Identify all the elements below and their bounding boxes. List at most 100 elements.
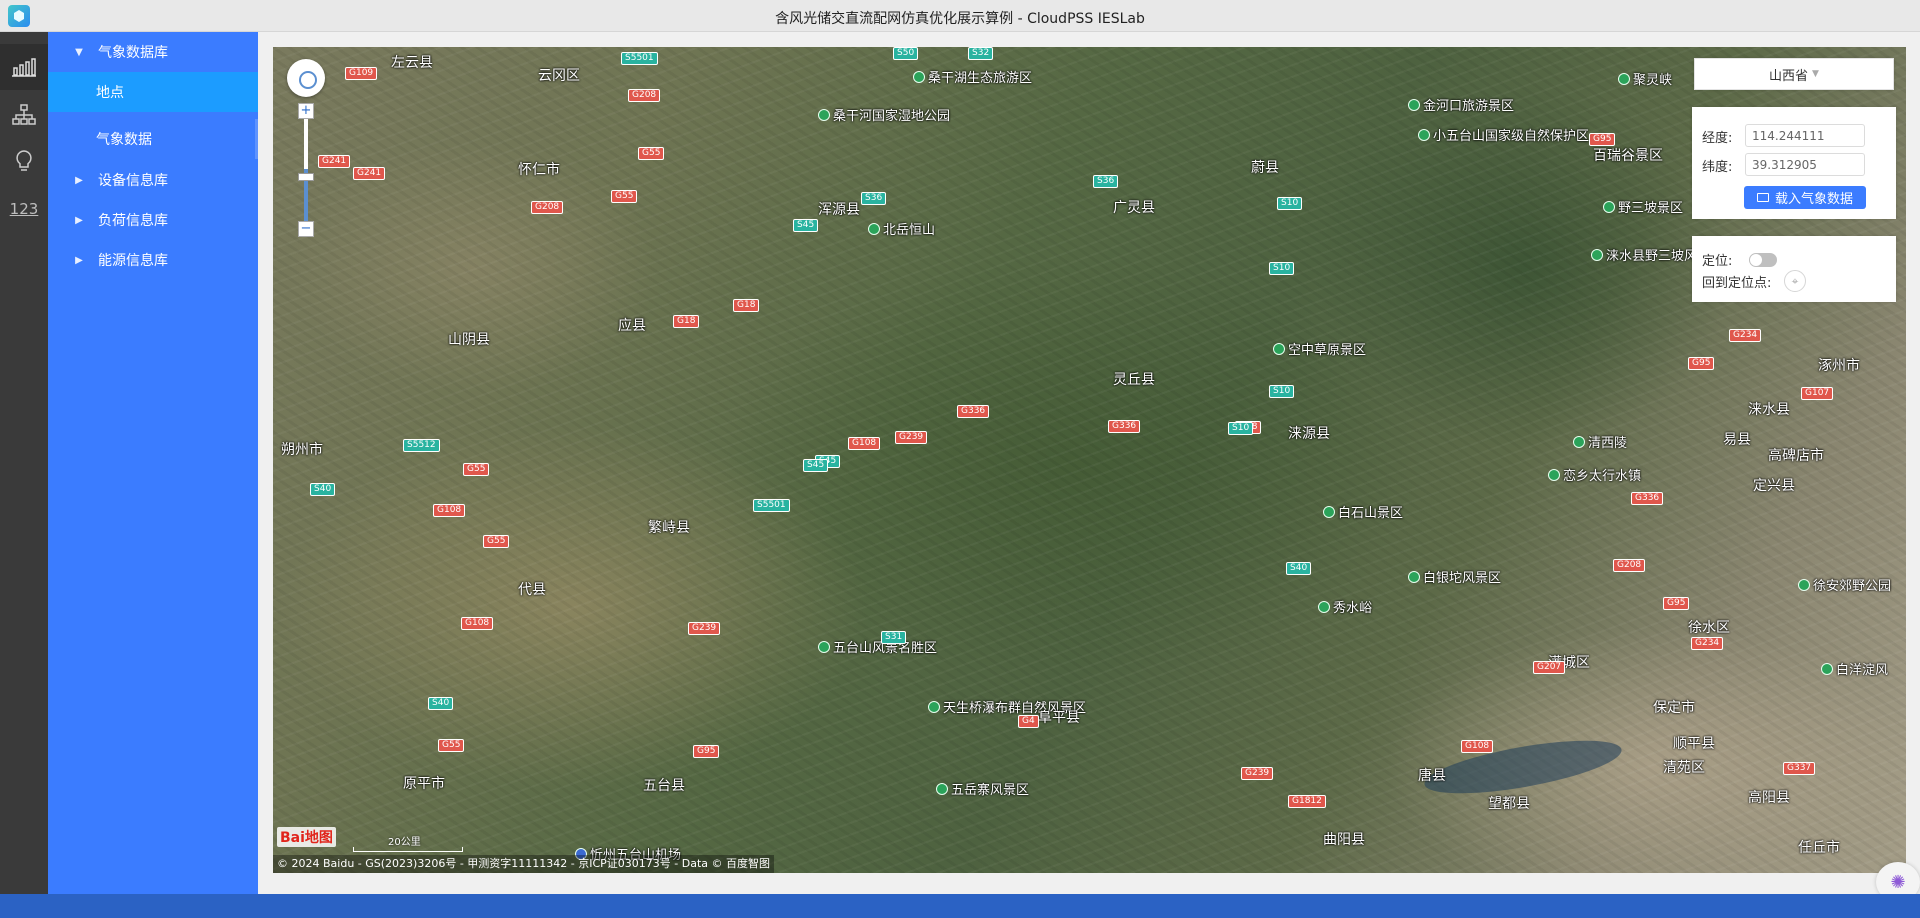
scenic-spot-icon: [1603, 201, 1615, 213]
scenic-spot-icon: [1591, 249, 1603, 261]
scenic-spot-label[interactable]: 五岳寨风景区: [936, 779, 1029, 798]
place-label[interactable]: 山阴县: [448, 329, 490, 349]
caret-down-icon: ▼: [75, 46, 83, 58]
place-label[interactable]: 曲阳县: [1323, 829, 1365, 849]
rail-network-button[interactable]: [0, 92, 48, 138]
place-label[interactable]: 徐水区: [1688, 617, 1730, 637]
road-shield: S40: [1286, 562, 1312, 575]
tree-item-device-db[interactable]: ▶ 设备信息库: [48, 160, 258, 200]
road-shield: G95: [1663, 597, 1690, 610]
place-name: 秀水峪: [1333, 601, 1373, 616]
place-label[interactable]: 灵丘县: [1113, 369, 1155, 389]
road-shield: G234: [1691, 637, 1724, 650]
road-shield: S45: [803, 459, 829, 472]
latitude-input[interactable]: [1745, 153, 1865, 176]
scenic-spot-label[interactable]: 白石山景区: [1323, 502, 1403, 521]
place-label[interactable]: 任丘市: [1798, 837, 1840, 857]
scenic-spot-label[interactable]: 白洋淀风: [1821, 659, 1888, 678]
place-label[interactable]: 涿州市: [1818, 355, 1860, 375]
tree-item-weather-db[interactable]: ▼ 气象数据库: [48, 32, 258, 72]
place-name: 山阴县: [448, 332, 490, 348]
scenic-spot-label[interactable]: 恋乡太行水镇: [1548, 465, 1641, 484]
rail-data-button[interactable]: 123: [0, 186, 48, 232]
zoom-in-button[interactable]: +: [298, 103, 314, 119]
tree-item-label: 地点: [96, 85, 124, 101]
place-label[interactable]: 左云县: [391, 52, 433, 72]
road-shield: G55: [611, 190, 638, 203]
locate-toggle[interactable]: [1749, 253, 1777, 267]
place-label[interactable]: 涞源县: [1288, 423, 1330, 443]
satellite-map[interactable]: 左云县云冈区桑干河国家湿地公园 桑干湖生态旅游区怀仁市浑源县北岳恒山 广灵县 蔚县 金河…: [273, 47, 1906, 873]
rail-chart-button[interactable]: [0, 44, 48, 90]
tree-item-weather-data[interactable]: 气象数据: [48, 119, 258, 159]
place-label[interactable]: 百瑞谷景区: [1593, 145, 1663, 165]
road-shield: G336: [1108, 420, 1141, 433]
scenic-spot-label[interactable]: 五台山风景名胜区: [818, 637, 937, 656]
place-label[interactable]: 高碑店市: [1768, 445, 1824, 465]
place-label[interactable]: 保定市: [1653, 697, 1695, 717]
place-label[interactable]: 应县: [618, 315, 646, 335]
place-label[interactable]: 易县: [1723, 429, 1751, 449]
place-label[interactable]: 定兴县: [1753, 475, 1795, 495]
zoom-slider[interactable]: [304, 119, 308, 221]
scenic-spot-label[interactable]: 金河口旅游景区: [1408, 95, 1514, 114]
map-pan-control[interactable]: [287, 59, 325, 97]
scenic-spot-label[interactable]: 野三坡景区: [1603, 197, 1683, 216]
tree-item-load-db[interactable]: ▶ 负荷信息库: [48, 200, 258, 240]
place-label[interactable]: 望都县: [1488, 793, 1530, 813]
scenic-spot-label[interactable]: 北岳恒山: [868, 219, 935, 238]
longitude-input[interactable]: [1745, 124, 1865, 147]
road-shield: G1812: [1288, 795, 1326, 808]
province-select[interactable]: 山西省 ▼: [1694, 58, 1894, 90]
tree-item-location[interactable]: 地点: [48, 72, 258, 112]
scenic-spot-label[interactable]: 聚灵峡: [1618, 69, 1672, 88]
data-123-icon: 123: [9, 200, 39, 218]
place-label[interactable]: 蔚县: [1251, 157, 1279, 177]
scenic-spot-label[interactable]: 秀水峪: [1318, 597, 1372, 616]
load-weather-data-button[interactable]: 载入气象数据: [1744, 186, 1866, 209]
icon-rail: 123: [0, 32, 48, 894]
zoom-slider-handle[interactable]: [298, 173, 314, 181]
scenic-spot-label[interactable]: 小五台山国家级自然保护区: [1418, 125, 1589, 144]
place-label[interactable]: 顺平县: [1673, 733, 1715, 753]
rail-bulb-button[interactable]: [0, 138, 48, 184]
place-label[interactable]: 高阳县: [1748, 787, 1790, 807]
place-label[interactable]: 唐县: [1418, 765, 1446, 785]
place-label[interactable]: 广灵县: [1113, 197, 1155, 217]
zoom-out-button[interactable]: −: [298, 221, 314, 237]
scenic-spot-label[interactable]: 空中草原景区: [1273, 339, 1366, 358]
tree-item-energy-db[interactable]: ▶ 能源信息库: [48, 240, 258, 280]
place-name: 唐县: [1418, 768, 1446, 784]
place-name: 易县: [1723, 432, 1751, 448]
place-name: 怀仁市: [518, 162, 560, 178]
place-label[interactable]: 云冈区: [538, 65, 580, 85]
place-label[interactable]: 朔州市: [281, 439, 323, 459]
scenic-spot-label[interactable]: 桑干湖生态旅游区: [913, 67, 1032, 86]
tree-item-label: 气象数据库: [98, 45, 168, 61]
road-shield: G108: [1461, 740, 1494, 753]
location-pin-icon[interactable]: ⌖: [1784, 270, 1806, 292]
place-label[interactable]: 怀仁市: [518, 159, 560, 179]
road-shield: G208: [531, 201, 564, 214]
road-shield: S45: [793, 219, 819, 232]
scenic-spot-label[interactable]: 白银坨风景区: [1408, 567, 1501, 586]
scenic-spot-label[interactable]: 徐安郊野公园: [1798, 575, 1891, 594]
road-shield: G95: [1589, 133, 1616, 146]
road-shield: G239: [688, 622, 721, 635]
tree-item-label: 负荷信息库: [98, 213, 168, 229]
scenic-spot-icon: [1798, 579, 1810, 591]
scenic-spot-icon: [1408, 99, 1420, 111]
place-label[interactable]: 涞水县: [1748, 399, 1790, 419]
place-label[interactable]: 浑源县: [818, 199, 860, 219]
scenic-spot-icon: [928, 701, 940, 713]
scenic-spot-label[interactable]: 桑干河国家湿地公园: [818, 105, 950, 124]
scenic-spot-label[interactable]: 清西陵: [1573, 432, 1627, 451]
place-label[interactable]: 原平市: [403, 773, 445, 793]
place-label[interactable]: 清苑区: [1663, 757, 1705, 777]
place-label[interactable]: 阜平县: [1038, 707, 1080, 727]
tree-item-label: 气象数据: [96, 132, 152, 148]
place-name: 北岳恒山: [883, 223, 936, 238]
place-label[interactable]: 代县: [518, 579, 546, 599]
place-label[interactable]: 五台县: [643, 775, 685, 795]
place-label[interactable]: 繁峙县: [648, 517, 690, 537]
